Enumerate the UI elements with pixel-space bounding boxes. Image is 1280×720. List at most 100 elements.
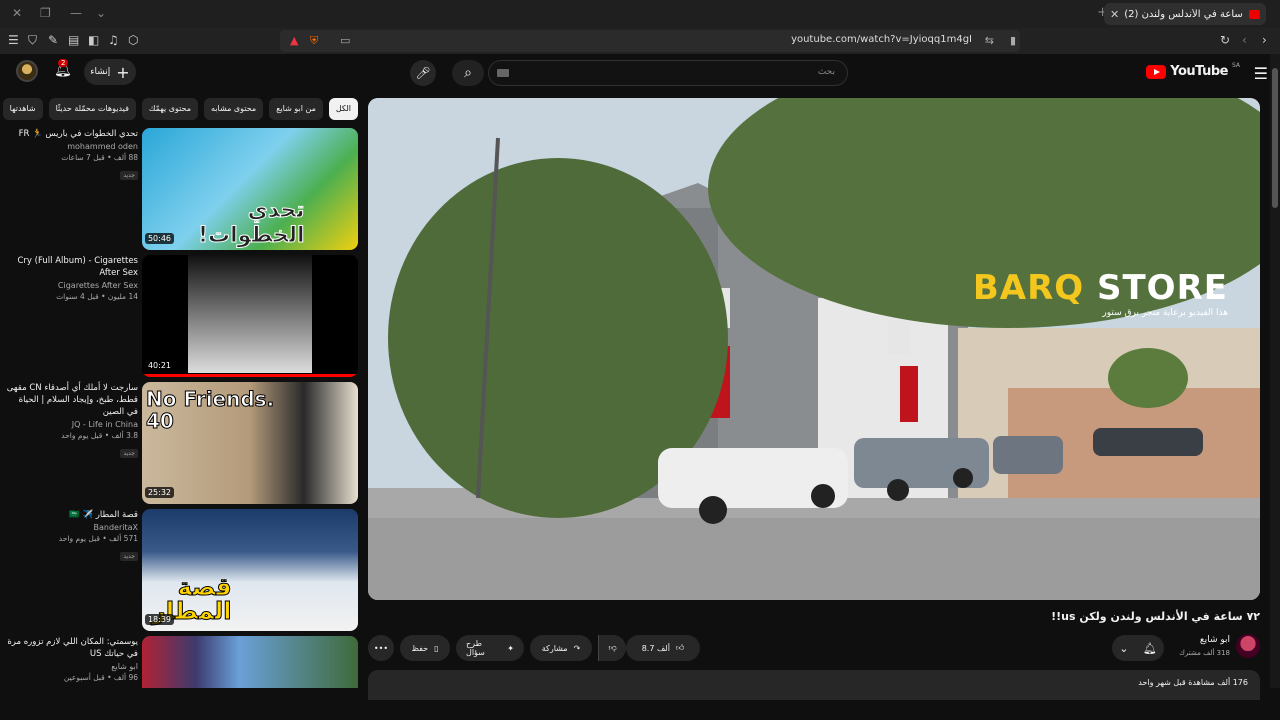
window-close-icon[interactable]: ✕ [12,6,22,20]
rec-title[interactable]: تحدي الخطوات في باريس 🏃 FR [6,128,138,140]
create-label: إنشاء [90,67,111,77]
rec-channel[interactable]: JQ - Life in China [6,420,138,429]
account-avatar[interactable] [16,60,38,82]
video-thumbnail[interactable]: تحدي الخطوات! [142,128,358,250]
rec-title[interactable]: يوسمتي: المكان اللي لازم تزوره مرة في حي… [6,636,138,660]
guide-menu-icon[interactable]: ☰ [1254,64,1268,83]
brave-shield-icon[interactable]: ⛨ [310,34,318,48]
thumbnail-art [188,255,312,373]
page-scrollbar[interactable] [1270,54,1280,688]
reload-icon[interactable]: ↻ [1220,33,1230,47]
sparkle-icon: ✦ [507,643,514,653]
thumbs-up-icon: 👍︎ [675,643,685,652]
keyboard-icon[interactable] [497,69,509,77]
brand-word-1: BARQ [972,268,1085,308]
channel-avatar[interactable] [1236,634,1260,658]
address-bar[interactable]: ▲ ⛨ ▭ youtube.com/watch?v=Jyioqq1m4gI ⇆ … [280,30,1020,52]
rec-channel[interactable]: Cigarettes After Sex [6,281,138,290]
tab-close-icon[interactable]: ✕ [1110,8,1119,21]
video-thumbnail[interactable] [142,255,358,377]
forward-icon[interactable]: › [1262,33,1267,47]
shield-icon[interactable]: ⛉ [28,33,37,48]
search-input[interactable]: بحث [488,60,848,86]
menu-icon[interactable]: ☰ [8,33,19,47]
like-button[interactable]: 8.7 ألف 👍︎ [626,635,700,661]
chevron-down-icon[interactable]: ⌄ [96,6,106,20]
chip-recently-uploaded[interactable]: فيديوهات محمّلة حديثًا [48,98,136,120]
chip-similar[interactable]: محتوى مشابه [204,98,264,120]
search-icon: ⌕ [464,65,472,81]
back-icon[interactable]: ‹ [1242,33,1247,47]
window-minimize-icon[interactable]: — [70,6,82,20]
notifications-bell-icon[interactable]: 🔔︎ 2 [54,59,72,78]
browser-tab[interactable]: (2) ٧٢ ساعة في الأندلس ولندن ✕ [1104,3,1266,25]
scrollbar-thumb[interactable] [1272,68,1278,208]
share-label: مشاركة [541,643,568,653]
voice-search-icon[interactable]: 🎤︎ [410,60,436,86]
music-icon[interactable]: ♫ [108,33,119,47]
logo-text: YouTube [1170,64,1228,79]
pin-icon[interactable]: ✎ [48,33,58,47]
bookmark-icon[interactable]: ▮ [1010,34,1016,47]
share-button[interactable]: مشاركة ↷ [530,635,592,661]
extension-icon[interactable]: ▲ [290,34,298,47]
chip-watched[interactable]: شاهدتها [2,98,43,120]
thumbnail-art: No Friends. 40 [145,387,275,433]
subscription-button[interactable]: ⌄ 🔔︎ [1112,635,1164,661]
list-item[interactable]: يوسمتي: المكان اللي لازم تزوره مرة في حي… [6,636,358,688]
rec-views: 88 ألف • قبل 7 ساعات [61,153,138,162]
rec-views: 571 ألف • قبل يوم واحد [58,534,138,543]
new-badge: جديد [120,171,138,180]
save-label: حفظ [411,643,429,653]
rec-title[interactable]: Cry (Full Album) - Cigarettes After Sex [6,255,138,279]
channel-name[interactable]: ابو شايع [1200,635,1230,645]
rec-channel[interactable]: mohammed oden [6,142,138,151]
create-button[interactable]: إنشاء + [84,59,136,85]
more-actions-button[interactable]: ••• [368,635,394,661]
cast-icon[interactable]: ▭ [340,34,350,47]
tune-icon[interactable]: ⇆ [985,34,994,47]
list-item[interactable]: تحدي الخطوات! 50:46 تحدي الخطوات في باريس… [6,128,358,250]
extensions-icon[interactable]: ⬡ [128,33,138,47]
youtube-logo[interactable]: YouTube SA [1146,62,1240,79]
dislike-button[interactable]: 👎︎ [598,635,626,661]
list-item[interactable]: قصة المطار 18:39 قصة المطار ✈️ 🇸🇦 Banderi… [6,509,358,631]
share-icon: ↷ [573,643,581,653]
plus-icon: + [116,62,130,82]
ask-label: طرح سؤال [466,639,485,657]
region-code: SA [1231,62,1240,69]
sidebar-icon[interactable]: ◧ [88,33,99,47]
rec-title[interactable]: قصة المطار ✈️ 🇸🇦 [6,509,138,521]
like-count: 8.7 ألف [641,643,670,653]
thumbs-down-icon: 👎︎ [608,643,617,652]
video-thumbnail[interactable] [142,636,358,688]
rec-title[interactable]: سارجت لا أملك أي أصدقاء CN مقهى قطط، طبخ… [6,382,138,418]
rec-channel[interactable]: ابو شايع [6,662,138,671]
chip-for-you[interactable]: محتوى يهمّك [141,98,198,120]
save-button[interactable]: حفظ ▯ [400,635,450,661]
chip-from-channel[interactable]: من ابو شايع [269,98,323,120]
url-text: youtube.com/watch?v=Jyioqq1m4gI [791,34,972,45]
window-restore-icon[interactable]: ❐ [40,6,51,20]
bell-icon: 🔔︎ [1142,641,1157,655]
list-item[interactable]: 40:21 Cry (Full Album) - Cigarettes Afte… [6,255,358,377]
rec-views: 96 ألف • قبل أسبوعين [63,673,138,682]
sponsor-overlay: BARQ STORE هذا الفيديو برعاية متجر برق س… [973,268,1228,318]
rec-channel[interactable]: BanderitaX [6,523,139,532]
youtube-favicon-icon [1249,9,1260,19]
ask-button[interactable]: طرح سؤال ✦ [456,635,524,661]
subscriber-count: 318 ألف مشترك [1179,649,1230,657]
description-box[interactable]: 176 ألف مشاهدة قبل شهر واحد [368,670,1260,700]
list-item[interactable]: No Friends. 40 25:32 سارجت لا أملك أي أصد… [6,382,358,504]
video-thumbnail[interactable]: قصة المطار [142,509,358,631]
search-button[interactable]: ⌕ [452,60,484,86]
chip-all[interactable]: الكل [328,98,358,120]
duration: 18:39 [144,614,174,625]
video-player[interactable]: BARQ STORE هذا الفيديو برعاية متجر برق س… [368,98,1260,600]
brand-subtitle: هذا الفيديو برعاية متجر برق ستور [1102,308,1228,318]
video-thumbnail[interactable]: No Friends. 40 [142,382,358,504]
new-badge: جديد [120,552,138,561]
brand-word-2: STORE [1097,268,1228,308]
youtube-play-icon [1146,64,1167,79]
reader-icon[interactable]: ▤ [68,33,79,47]
